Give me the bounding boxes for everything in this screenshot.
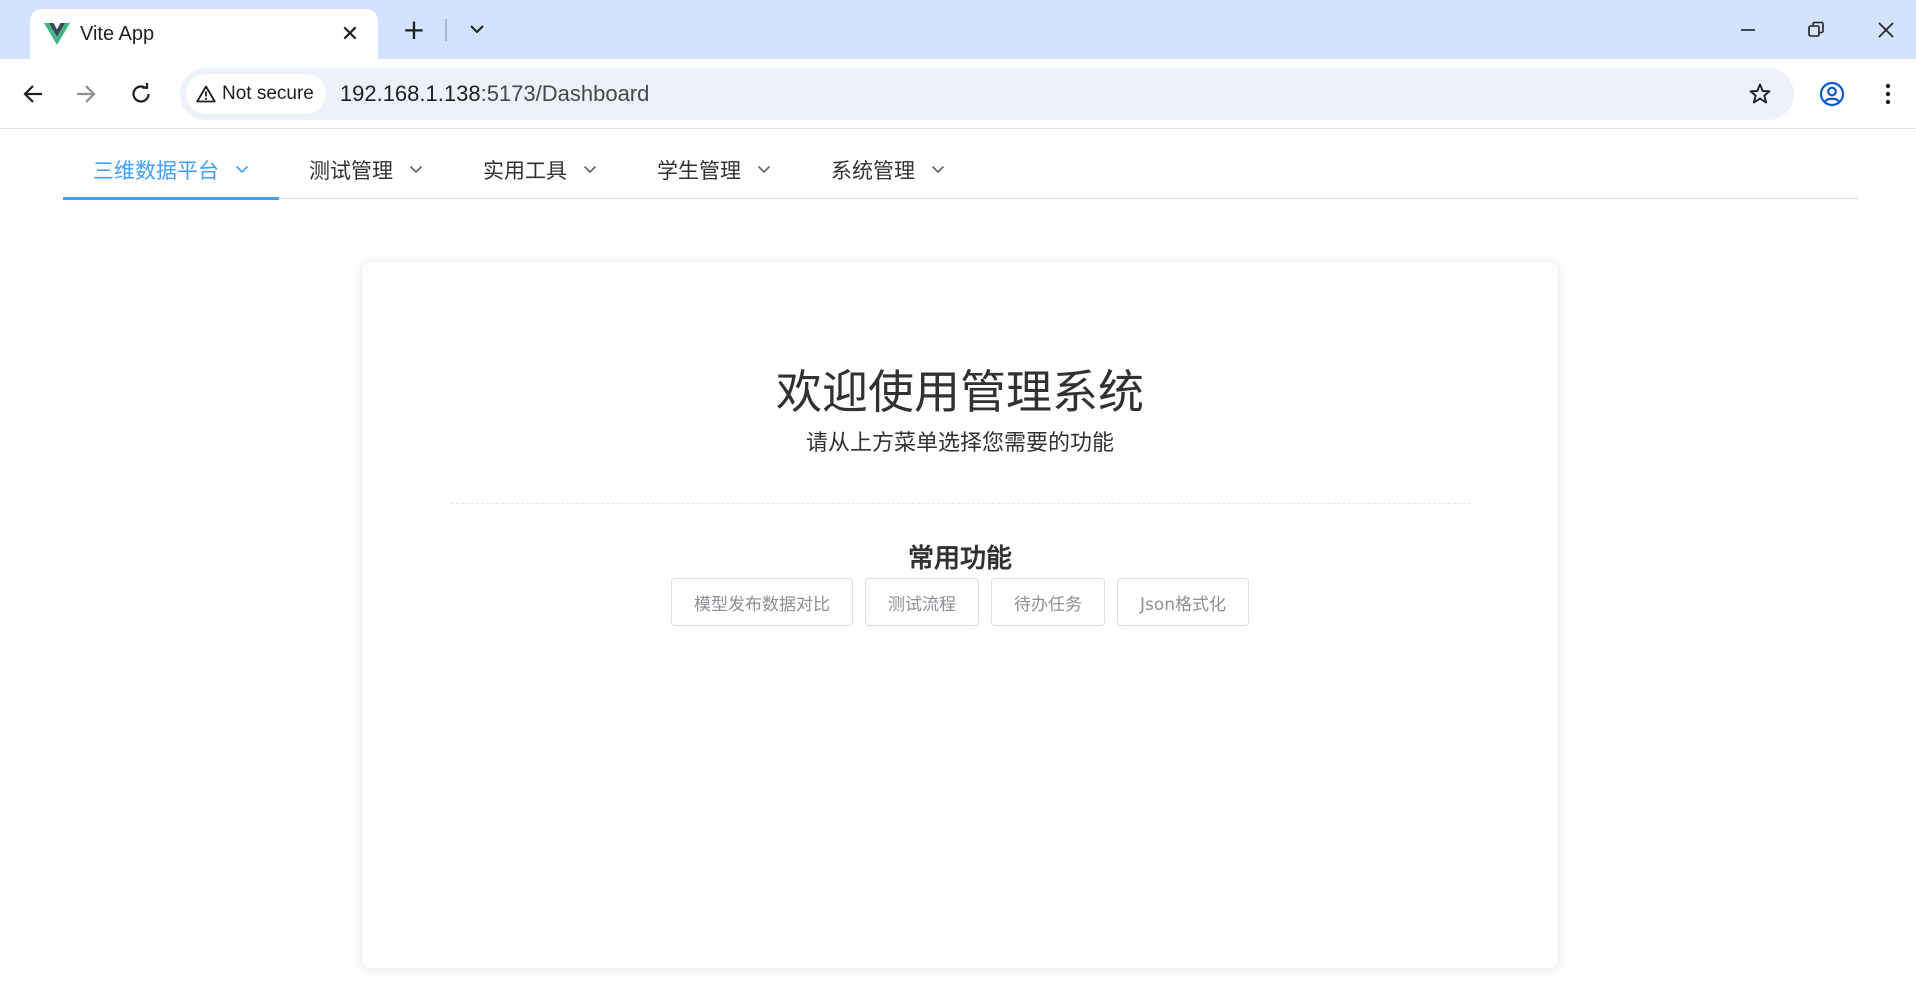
url-host: 192.168.1.138 <box>339 81 481 106</box>
chevron-down-icon <box>470 25 484 34</box>
close-window-button[interactable] <box>1866 10 1906 50</box>
tab-title: Vite App <box>80 22 155 45</box>
menu-item-label: 系统管理 <box>831 158 915 183</box>
dashboard-card: 欢迎使用管理系统 请从上方菜单选择您需要的功能 常用功能 模型发布数据对比 测试… <box>361 261 1559 969</box>
browser-tab[interactable]: Vite App ✕ <box>30 9 378 59</box>
browser-menu-button[interactable] <box>1868 74 1908 114</box>
new-tab-button[interactable]: + <box>399 13 429 46</box>
quick-actions: 模型发布数据对比 测试流程 待办任务 Json格式化 <box>362 578 1558 626</box>
menu-item-label: 学生管理 <box>657 158 741 183</box>
arrow-right-icon <box>77 85 96 103</box>
vue-logo-icon <box>44 23 70 45</box>
tab-search-button[interactable] <box>462 14 492 44</box>
warning-triangle-icon <box>196 85 216 103</box>
menu-item-label: 实用工具 <box>483 158 567 183</box>
menu-item-label: 三维数据平台 <box>93 158 219 183</box>
model-release-compare-button[interactable]: 模型发布数据对比 <box>670 578 853 626</box>
menu-item-label: 测试管理 <box>309 158 393 183</box>
bookmark-button[interactable] <box>1740 74 1780 114</box>
menu-item-utilities[interactable]: 实用工具 <box>453 140 627 199</box>
menu-item-test-management[interactable]: 测试管理 <box>279 140 453 199</box>
chevron-down-icon <box>235 165 249 174</box>
back-button[interactable] <box>13 74 53 114</box>
app-top-menu: 三维数据平台 测试管理 实用工具 学生管理 系统管理 <box>63 140 1858 200</box>
more-vertical-icon <box>1885 83 1891 105</box>
close-icon <box>1878 22 1894 38</box>
reload-button[interactable] <box>121 74 161 114</box>
chevron-down-icon <box>409 165 423 174</box>
chevron-down-icon <box>757 165 771 174</box>
minimize-button[interactable] <box>1728 10 1768 50</box>
todo-tasks-button[interactable]: 待办任务 <box>990 578 1105 626</box>
tab-separator <box>445 19 447 41</box>
address-bar[interactable]: Not secure 192.168.1.138:5173/Dashboard <box>180 68 1794 120</box>
divider <box>451 503 1471 504</box>
browser-tabstrip: Vite App ✕ + <box>0 0 1916 59</box>
section-title: 常用功能 <box>907 544 1012 574</box>
json-format-button[interactable]: Json格式化 <box>1116 578 1250 626</box>
menu-item-student-management[interactable]: 学生管理 <box>627 140 801 199</box>
restore-button[interactable] <box>1796 10 1836 50</box>
test-flow-button[interactable]: 测试流程 <box>864 578 979 626</box>
chevron-down-icon <box>931 165 945 174</box>
chevron-down-icon <box>583 165 597 174</box>
welcome-title: 欢迎使用管理系统 <box>776 365 1144 419</box>
profile-button[interactable] <box>1812 74 1852 114</box>
tab-close-icon[interactable]: ✕ <box>336 20 364 48</box>
forward-button[interactable] <box>66 74 106 114</box>
star-icon <box>1749 83 1771 104</box>
browser-toolbar: Not secure 192.168.1.138:5173/Dashboard <box>0 59 1916 129</box>
welcome-subtitle: 请从上方菜单选择您需要的功能 <box>805 431 1114 456</box>
arrow-left-icon <box>23 85 42 103</box>
url-path: :5173/Dashboard <box>480 81 650 106</box>
minimize-icon <box>1741 29 1755 31</box>
reload-icon <box>132 83 150 103</box>
menu-item-system-management[interactable]: 系统管理 <box>801 140 975 199</box>
security-label: Not secure <box>222 83 314 104</box>
menu-item-3d-data-platform[interactable]: 三维数据平台 <box>63 140 279 200</box>
security-chip[interactable]: Not secure <box>186 74 326 114</box>
account-circle-icon <box>1819 81 1845 107</box>
url-text[interactable]: 192.168.1.138:5173/Dashboard <box>340 81 1740 107</box>
restore-icon <box>1808 21 1824 37</box>
